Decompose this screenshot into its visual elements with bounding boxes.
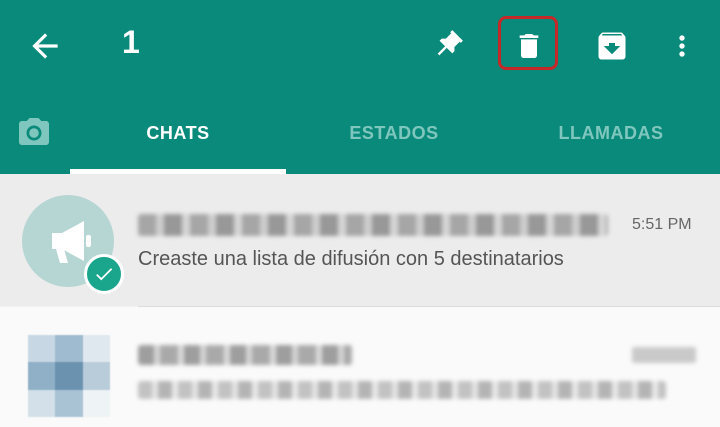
contact-avatar-blurred [28, 335, 110, 417]
tab-camera[interactable] [14, 115, 54, 151]
chat-name-blurred [138, 214, 608, 236]
trash-icon [519, 34, 539, 58]
check-icon [96, 268, 113, 281]
archive-button[interactable] [588, 22, 636, 70]
tab-bar: CHATS ESTADOS LLAMADAS [0, 92, 720, 174]
archive-icon [598, 32, 626, 60]
chat-time: 5:51 PM [632, 216, 692, 233]
delete-button[interactable] [505, 22, 553, 70]
arrow-left-icon [32, 33, 58, 59]
chat-preview-blurred [138, 381, 666, 399]
chat-time-blurred [632, 347, 696, 363]
pin-icon [437, 30, 463, 56]
selected-check-badge [84, 254, 124, 294]
more-options-button[interactable] [658, 22, 706, 70]
chat-list-item[interactable] [0, 307, 720, 427]
back-button[interactable] [26, 27, 64, 65]
tab-llamadas[interactable]: LLAMADAS [502, 92, 720, 174]
tab-chats[interactable]: CHATS [70, 92, 286, 174]
selection-toolbar: 1 [0, 0, 720, 92]
camera-icon [19, 118, 49, 145]
chat-name-blurred [138, 345, 352, 365]
app-bar: 1 CHATS ESTADOS LLAMADAS [0, 0, 720, 174]
chat-list-item-selected[interactable]: 5:51 PM Creaste una lista de difusión co… [0, 174, 720, 306]
selected-count: 1 [122, 24, 140, 60]
tab-estados[interactable]: ESTADOS [286, 92, 502, 174]
pin-button[interactable] [423, 22, 471, 70]
chat-preview: Creaste una lista de difusión con 5 dest… [138, 248, 564, 270]
more-vert-icon [679, 35, 685, 57]
